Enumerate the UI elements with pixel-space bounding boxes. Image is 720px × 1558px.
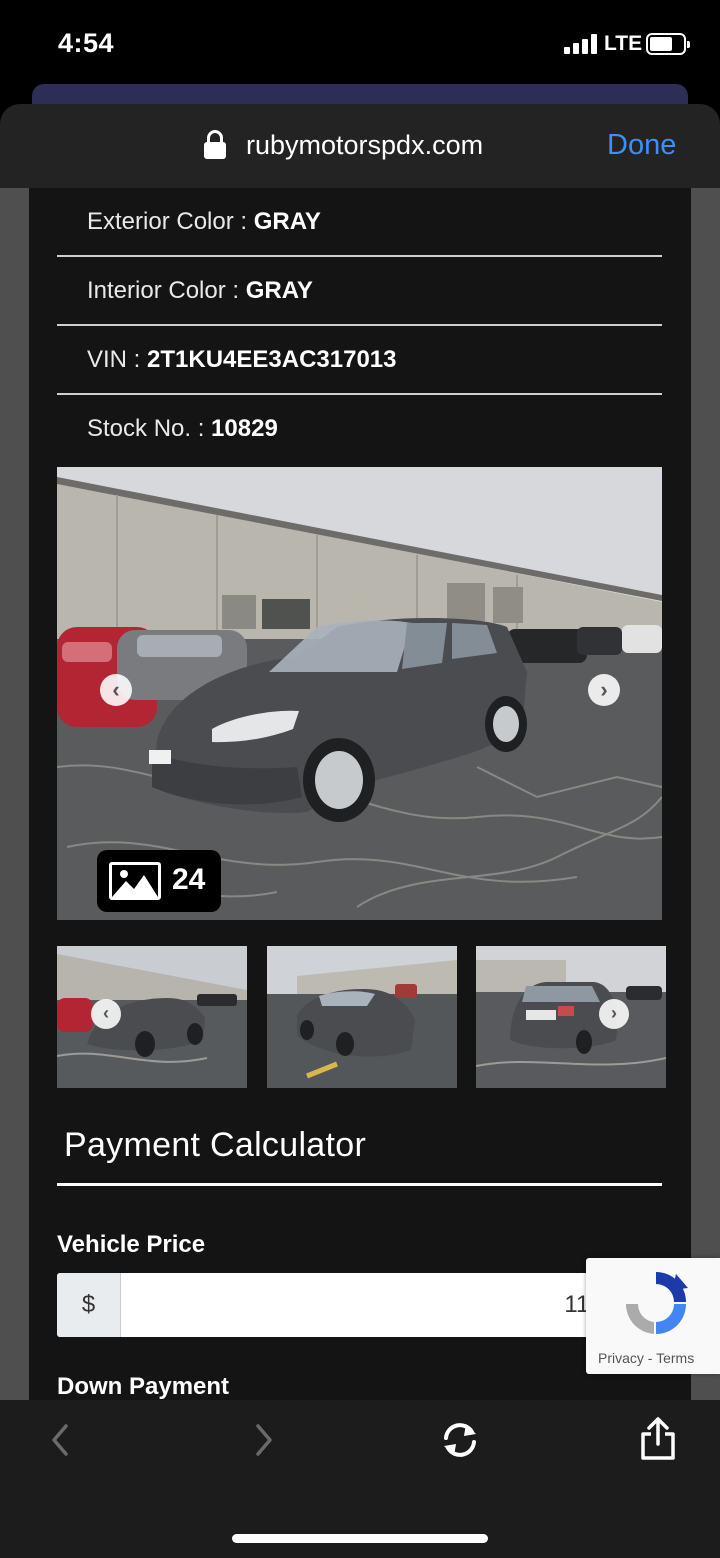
spec-label: VIN : (87, 346, 148, 373)
gallery-prev-button[interactable]: ‹ (100, 674, 132, 706)
thumbnails-prev-button[interactable]: ‹ (91, 999, 121, 1029)
gallery-next-button[interactable]: › (588, 674, 620, 706)
home-indicator[interactable] (232, 1534, 488, 1543)
spec-value: GRAY (245, 277, 313, 304)
recaptcha-badge[interactable]: Privacy - Terms (586, 1258, 720, 1374)
photo-count: 24 (172, 863, 206, 896)
vehicle-price-field[interactable]: $ 11,999 (57, 1273, 662, 1337)
page-content: Exterior Color : GRAY Interior Color : G… (29, 188, 691, 1400)
currency-addon: $ (57, 1273, 121, 1337)
network-type: LTE (604, 32, 643, 55)
done-button[interactable]: Done (607, 129, 676, 162)
spec-value: 10829 (211, 415, 278, 442)
lock-icon (204, 130, 226, 160)
status-bar: 4:54 LTE (0, 0, 720, 90)
signal-icon (564, 34, 598, 54)
section-divider (57, 1183, 662, 1186)
spec-label: Stock No. : (87, 415, 212, 442)
payment-calculator-title: Payment Calculator (64, 1126, 367, 1164)
thumbnail-2[interactable] (267, 946, 457, 1088)
chevron-left-icon (52, 1424, 68, 1456)
spec-row-vin: VIN : 2T1KU4EE3AC317013 (57, 326, 662, 395)
thumbnails-next-button[interactable]: › (599, 999, 629, 1029)
spec-value: 2T1KU4EE3AC317013 (147, 346, 397, 373)
privacy-link[interactable]: Privacy (598, 1350, 644, 1366)
terms-link[interactable]: Terms (656, 1350, 694, 1366)
down-payment-label: Down Payment (57, 1373, 230, 1400)
back-button[interactable] (44, 1418, 78, 1467)
refresh-button[interactable] (438, 1418, 482, 1467)
status-time: 4:54 (58, 28, 115, 58)
link-separator: - (643, 1350, 657, 1366)
spec-value: GRAY (253, 208, 321, 235)
photo-count-badge[interactable]: 24 (97, 850, 221, 912)
recaptcha-icon (625, 1272, 688, 1334)
vehicle-price-label: Vehicle Price (57, 1231, 206, 1258)
url-label[interactable]: rubymotorspdx.com (246, 130, 483, 161)
forward-button[interactable] (246, 1418, 280, 1467)
recaptcha-links: Privacy - Terms (598, 1350, 694, 1366)
refresh-icon (444, 1423, 476, 1457)
thumbnail-1[interactable] (57, 946, 247, 1088)
spec-row-stock-no: Stock No. : 10829 (57, 395, 662, 464)
spec-row-interior-color: Interior Color : GRAY (57, 257, 662, 326)
gallery-icon (109, 862, 161, 900)
battery-icon (646, 33, 690, 55)
spec-row-exterior-color: Exterior Color : GRAY (57, 188, 662, 257)
chevron-right-icon (256, 1424, 272, 1456)
spec-label: Interior Color : (87, 277, 246, 304)
spec-label: Exterior Color : (87, 208, 254, 235)
thumbnail-3[interactable] (476, 946, 666, 1088)
share-button[interactable] (638, 1416, 678, 1467)
share-icon (641, 1417, 675, 1460)
